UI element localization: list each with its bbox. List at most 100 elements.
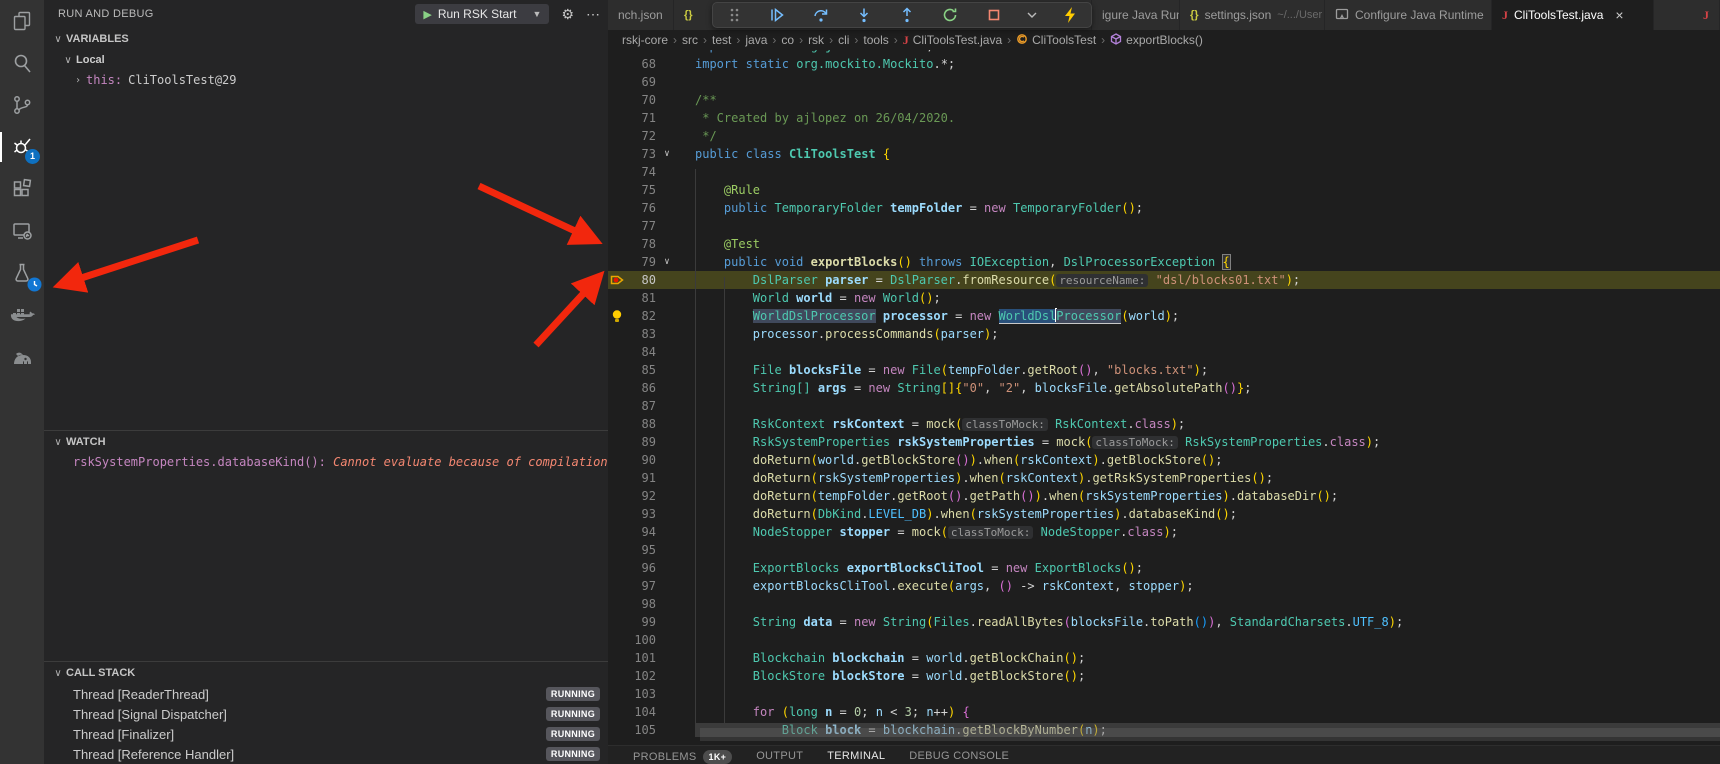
source-control-icon[interactable]	[0, 84, 44, 126]
fold-chevron-icon[interactable]: ∨	[656, 253, 678, 271]
drag-handle-icon[interactable]	[723, 4, 745, 26]
fold-chevron-icon[interactable]: ∨	[656, 145, 678, 163]
hot-code-replace-icon[interactable]	[1059, 4, 1081, 26]
panel-tab-debug-console[interactable]: DEBUG CONSOLE	[909, 750, 1009, 762]
docker-icon[interactable]	[0, 294, 44, 336]
panel-tab-output[interactable]: OUTPUT	[756, 750, 803, 762]
line-number: 72	[626, 127, 656, 145]
horizontal-scrollbar[interactable]	[700, 728, 1720, 741]
code-line-102: 102 BlockStore blockStore = world.getBlo…	[608, 667, 1720, 685]
step-over-button[interactable]	[810, 4, 832, 26]
fold-column	[656, 523, 678, 541]
tab-clitoolstest.java[interactable]: JCliToolsTest.java×	[1492, 0, 1654, 30]
breadcrumb: rskj-core›src›test›java›co›rsk›cli›tools…	[608, 30, 1720, 50]
line-number: 74	[626, 163, 656, 181]
editor-code[interactable]: 67import static org.junit.Assert.*;68imp…	[608, 50, 1720, 745]
step-into-button[interactable]	[853, 4, 875, 26]
code-text: */	[678, 127, 1720, 145]
gutter	[608, 505, 626, 523]
search-icon[interactable]	[0, 42, 44, 84]
lightbulb-icon[interactable]	[608, 307, 626, 325]
code-line-74: 74	[608, 163, 1720, 181]
variables-header[interactable]: ∨VARIABLES	[44, 28, 608, 50]
gutter	[608, 217, 626, 235]
call-stack-thread[interactable]: Thread [Signal Dispatcher]RUNNING	[44, 704, 608, 724]
gear-icon[interactable]: ⚙	[561, 6, 574, 23]
breadcrumb-class[interactable]: CliToolsTest	[1032, 33, 1096, 47]
breadcrumb-method[interactable]: exportBlocks()	[1126, 33, 1203, 47]
tab-configure-java-runtime[interactable]: Configure Java Runtime	[1325, 0, 1492, 30]
code-text: * Created by ajlopez on 26/04/2020.	[678, 109, 1720, 127]
step-out-button[interactable]	[896, 4, 918, 26]
thread-status-badge: RUNNING	[546, 747, 600, 761]
fold-column	[656, 199, 678, 217]
variables-scope-local[interactable]: ∨Local	[44, 50, 608, 70]
gutter[interactable]	[608, 253, 626, 271]
breadcrumb-separator: ›	[703, 33, 707, 47]
code-text	[678, 631, 1720, 649]
gutter[interactable]	[608, 145, 626, 163]
line-number: 79	[626, 253, 656, 271]
breadcrumb-item-test[interactable]: test	[712, 33, 731, 47]
chevron-down-icon[interactable]: ▼	[533, 9, 542, 19]
more-actions-icon[interactable]: ⋯	[586, 6, 600, 23]
code-line-75: 75 @Rule	[608, 181, 1720, 199]
current-execution-breakpoint-icon[interactable]	[608, 271, 626, 289]
tab-settings.json[interactable]: {}settings.json~/.../User	[1180, 0, 1325, 30]
breadcrumb-item-cli[interactable]: cli	[838, 33, 849, 47]
breadcrumb-item-tools[interactable]: tools	[863, 33, 888, 47]
panel-tab-terminal[interactable]: TERMINAL	[827, 750, 885, 762]
gutter	[608, 289, 626, 307]
remote-explorer-icon[interactable]	[0, 210, 44, 252]
breadcrumb-item-java[interactable]: java	[745, 33, 767, 47]
breadcrumb-item-rsk[interactable]: rsk	[808, 33, 824, 47]
breadcrumb-file[interactable]: CliToolsTest.java	[913, 33, 1002, 47]
line-number: 96	[626, 559, 656, 577]
run-config-button[interactable]: ▶ Run RSK Start ▼	[415, 4, 549, 24]
call-stack-thread[interactable]: Thread [ReaderThread]RUNNING	[44, 684, 608, 704]
watch-header[interactable]: ∨WATCH	[44, 431, 608, 453]
panel-tab-problems[interactable]: PROBLEMS1K+	[633, 750, 732, 764]
call-stack-thread[interactable]: Thread [Finalizer]RUNNING	[44, 724, 608, 744]
explorer-icon[interactable]	[0, 0, 44, 42]
continue-button[interactable]	[766, 4, 788, 26]
fold-column	[656, 235, 678, 253]
tab-nch.json[interactable]: nch.json	[608, 0, 674, 30]
restart-button[interactable]	[939, 4, 961, 26]
java-file-icon: J	[903, 33, 909, 48]
java-file-icon: J	[1703, 8, 1709, 23]
watch-expression[interactable]: rskSystemProperties.databaseKind(): Cann…	[44, 453, 608, 471]
gradle-icon[interactable]	[0, 336, 44, 378]
stop-button[interactable]	[983, 4, 1005, 26]
breadcrumb-item-co[interactable]: co	[781, 33, 794, 47]
fold-column	[656, 361, 678, 379]
stop-dropdown-chevron-icon[interactable]	[1026, 4, 1038, 26]
code-line-83: 83 processor.processCommands(parser);	[608, 325, 1720, 343]
chevron-right-icon: ›	[70, 75, 86, 86]
line-number: 97	[626, 577, 656, 595]
run-and-debug-icon[interactable]: 1	[0, 126, 44, 168]
fold-column	[656, 325, 678, 343]
problems-count-badge: 1K+	[703, 750, 733, 764]
tab-igure-java-runtime[interactable]: igure Java Runtime	[1092, 0, 1180, 30]
code-line-72: 72 */	[608, 127, 1720, 145]
breadcrumb-item-src[interactable]: src	[682, 33, 698, 47]
variable-this[interactable]: ›this:CliToolsTest@29	[44, 70, 608, 90]
tab-partial[interactable]: J	[1654, 0, 1720, 30]
extensions-icon[interactable]	[0, 168, 44, 210]
line-number: 102	[626, 667, 656, 685]
gutter	[608, 109, 626, 127]
json-file-icon: {}	[1190, 9, 1199, 21]
close-icon[interactable]: ×	[1615, 7, 1623, 23]
code-line-104: 104 for (long n = 0; n < 3; n++) {	[608, 703, 1720, 721]
breadcrumb-item-rskj-core[interactable]: rskj-core	[622, 33, 668, 47]
call-stack-thread[interactable]: Thread [Reference Handler]RUNNING	[44, 744, 608, 764]
line-number: 89	[626, 433, 656, 451]
code-line-71: 71 * Created by ajlopez on 26/04/2020.	[608, 109, 1720, 127]
testing-flask-icon[interactable]	[0, 252, 44, 294]
code-text	[678, 685, 1720, 703]
gutter	[608, 613, 626, 631]
thread-label: Thread [ReaderThread]	[73, 687, 209, 702]
code-text	[678, 217, 1720, 235]
call-stack-header[interactable]: ∨CALL STACK	[44, 662, 608, 684]
